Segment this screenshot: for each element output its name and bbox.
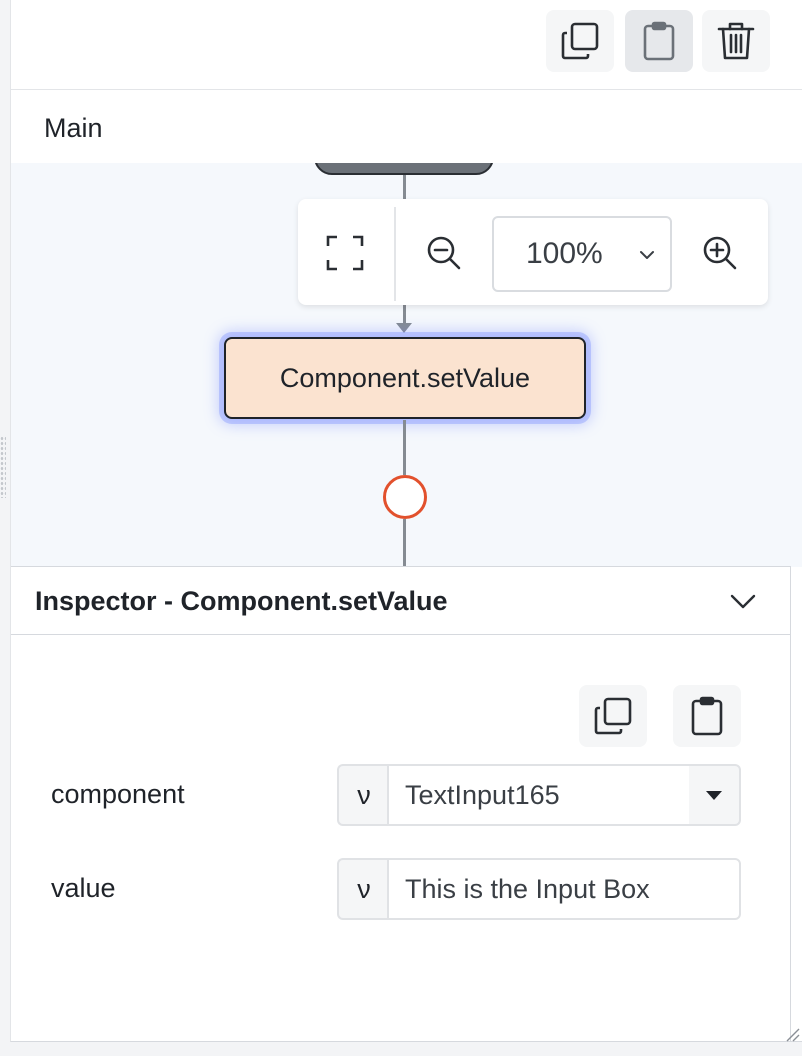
copy-icon xyxy=(561,22,599,60)
chevron-down-icon[interactable] xyxy=(729,589,757,613)
inspector-title: Inspector - Component.setValue xyxy=(35,586,448,616)
component-dropdown-button[interactable] xyxy=(689,764,741,826)
resize-grip-icon[interactable] xyxy=(784,1026,800,1042)
zoom-value: 100% xyxy=(526,237,603,270)
trash-icon xyxy=(717,22,755,60)
paste-button[interactable] xyxy=(625,10,693,72)
zoom-out-icon[interactable] xyxy=(426,235,462,271)
inspector-panel: Inspector - Component.setValue component… xyxy=(11,566,791,1042)
edge-arrow-icon xyxy=(396,323,412,333)
component-input[interactable]: TextInput165 xyxy=(387,764,691,826)
zoom-in-icon[interactable] xyxy=(702,235,738,271)
edge-out-bottom xyxy=(403,519,406,567)
previous-node[interactable] xyxy=(314,163,494,175)
copy-button[interactable] xyxy=(546,10,614,72)
inspector-copy-button[interactable] xyxy=(579,685,647,747)
zoom-controls: 100% xyxy=(298,199,768,305)
flow-canvas[interactable]: 100% Component.setValue xyxy=(11,163,802,567)
delete-button[interactable] xyxy=(702,10,770,72)
output-port[interactable] xyxy=(383,475,427,519)
value-type-toggle[interactable]: ν xyxy=(337,858,389,920)
edge-out xyxy=(403,420,406,475)
value-input[interactable]: This is the Input Box xyxy=(387,858,741,920)
fit-view-icon[interactable] xyxy=(326,235,364,271)
tab-main[interactable]: Main xyxy=(44,113,103,144)
zoom-divider xyxy=(394,207,396,301)
chevron-down-icon xyxy=(640,251,654,259)
value-type-toggle[interactable]: ν xyxy=(337,764,389,826)
copy-icon xyxy=(594,697,632,735)
resize-handle[interactable] xyxy=(0,436,6,498)
toolbar xyxy=(11,0,802,90)
zoom-select[interactable]: 100% xyxy=(492,216,672,292)
tab-bar: Main xyxy=(11,91,802,163)
flow-editor-panel: Main 100% Component.setValue Inspector -… xyxy=(10,0,802,1042)
clipboard-icon xyxy=(691,696,723,736)
field-label-value: value xyxy=(51,873,116,903)
clipboard-icon xyxy=(643,21,675,61)
node-component-setvalue[interactable]: Component.setValue xyxy=(224,337,586,419)
inspector-header[interactable]: Inspector - Component.setValue xyxy=(11,567,791,635)
field-label-component: component xyxy=(51,779,185,809)
edge-in-top xyxy=(403,175,406,201)
caret-down-icon xyxy=(706,790,722,800)
inspector-paste-button[interactable] xyxy=(673,685,741,747)
